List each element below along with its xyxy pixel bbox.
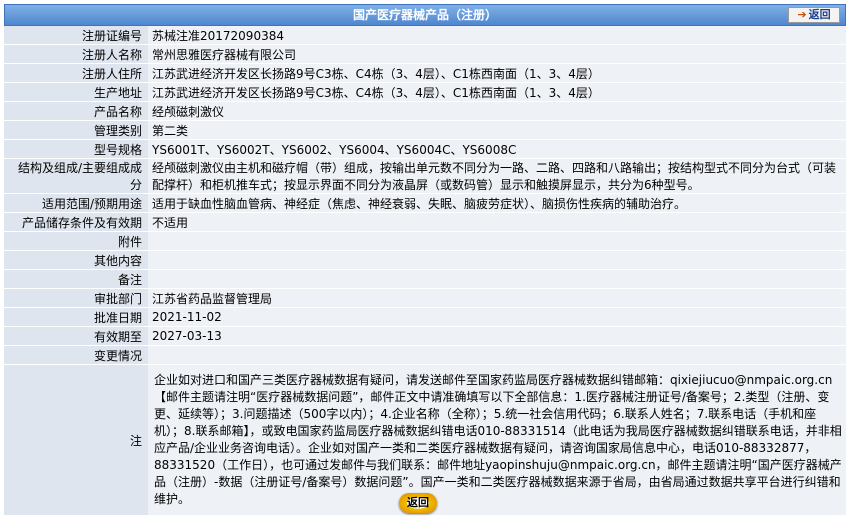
note-label: 注 (4, 364, 148, 516)
row-label: 变更情况 (4, 345, 148, 365)
table-row: 注册人名称 常州思雅医疗器械有限公司 (4, 44, 846, 64)
row-label: 注册人名称 (4, 44, 148, 64)
table-row: 型号规格 YS6001T、YS6002T、YS6002、YS6004、YS6004… (4, 139, 846, 159)
table-row: 其他内容 (4, 250, 846, 270)
table-row: 变更情况 (4, 345, 846, 365)
table-row: 审批部门 江苏省药品监督管理局 (4, 288, 846, 308)
table-row: 附件 (4, 231, 846, 251)
row-value: 常州思雅医疗器械有限公司 (148, 44, 846, 64)
table-row: 管理类别 第二类 (4, 120, 846, 140)
table-row: 有效期至 2027-03-13 (4, 326, 846, 346)
row-label: 批准日期 (4, 307, 148, 327)
table-row: 生产地址 江苏武进经济开发区长扬路9号C3栋、C4栋（3、4层）、C1栋西南面（1… (4, 82, 846, 102)
table-row: 适用范围/预期用途 适用于缺血性脑血管病、神经症（焦虑、神经衰弱、失眠、脑疲劳症状… (4, 193, 846, 213)
row-label: 附件 (4, 231, 148, 251)
back-arrow-icon: ➔ (797, 8, 807, 21)
row-value: 苏械注准20172090384 (148, 26, 846, 45)
table-row: 结构及组成/主要组成成分 经颅磁刺激仪由主机和磁疗帽（带）组成，按输出单元数不同分… (4, 158, 846, 194)
row-value: 不适用 (148, 212, 846, 232)
panel-header: 国产医疗器械产品（注册） ➔ 返回 (4, 4, 846, 26)
row-value: YS6001T、YS6002T、YS6002、YS6004、YS6004C、YS… (148, 139, 846, 159)
back-button-top[interactable]: ➔ 返回 (788, 7, 840, 23)
row-value: 2021-11-02 (148, 307, 846, 327)
table-row: 产品储存条件及有效期 不适用 (4, 212, 846, 232)
row-value: 江苏武进经济开发区长扬路9号C3栋、C4栋（3、4层）、C1栋西南面（1、3、4… (148, 63, 846, 83)
row-label: 生产地址 (4, 82, 148, 102)
row-label: 有效期至 (4, 326, 148, 346)
row-value: 第二类 (148, 120, 846, 140)
back-button-label: 返回 (808, 8, 831, 21)
table-row: 产品名称 经颅磁刺激仪 (4, 101, 846, 121)
row-label: 注册人住所 (4, 63, 148, 83)
table-row: 注册证编号 苏械注准20172090384 (4, 26, 846, 45)
row-value: 经颅磁刺激仪 (148, 101, 846, 121)
row-value: 江苏武进经济开发区长扬路9号C3栋、C4栋（3、4层）、C1栋西南面（1、3、4… (148, 82, 846, 102)
note-text: 企业如对进口和国产三类医疗器械数据有疑问，请发送邮件至国家药监局医疗器械数据纠错… (148, 364, 846, 516)
row-label: 产品名称 (4, 101, 148, 121)
table-row: 批准日期 2021-11-02 (4, 307, 846, 327)
row-label: 产品储存条件及有效期 (4, 212, 148, 232)
row-label: 备注 (4, 269, 148, 289)
row-value: 经颅磁刺激仪由主机和磁疗帽（带）组成，按输出单元数不同分为一路、二路、四路和八路… (148, 158, 846, 194)
back-button-bottom-label: 返回 (407, 496, 429, 509)
page-title: 国产医疗器械产品（注册） (352, 8, 497, 22)
row-label: 其他内容 (4, 250, 148, 270)
row-value: 2027-03-13 (148, 326, 846, 346)
row-label: 型号规格 (4, 139, 148, 159)
detail-panel: 国产医疗器械产品（注册） ➔ 返回 注册证编号 苏械注准20172090384 注册人… (4, 4, 846, 516)
row-label: 注册证编号 (4, 26, 148, 45)
row-value (148, 231, 846, 251)
row-value (148, 269, 846, 289)
row-value: 江苏省药品监督管理局 (148, 288, 846, 308)
detail-table: 注册证编号 苏械注准20172090384 注册人名称 常州思雅医疗器械有限公司 注册人… (4, 26, 846, 516)
row-value (148, 345, 846, 365)
table-row: 备注 (4, 269, 846, 289)
row-value: 适用于缺血性脑血管病、神经症（焦虑、神经衰弱、失眠、脑疲劳症状）、脑损伤性疾病的… (148, 193, 846, 213)
row-value (148, 250, 846, 270)
table-row: 注册人住所 江苏武进经济开发区长扬路9号C3栋、C4栋（3、4层）、C1栋西南面（… (4, 63, 846, 83)
back-button-bottom[interactable]: 返回 (399, 493, 437, 513)
row-label: 审批部门 (4, 288, 148, 308)
row-label: 管理类别 (4, 120, 148, 140)
row-label: 适用范围/预期用途 (4, 193, 148, 213)
row-label: 结构及组成/主要组成成分 (4, 158, 148, 194)
